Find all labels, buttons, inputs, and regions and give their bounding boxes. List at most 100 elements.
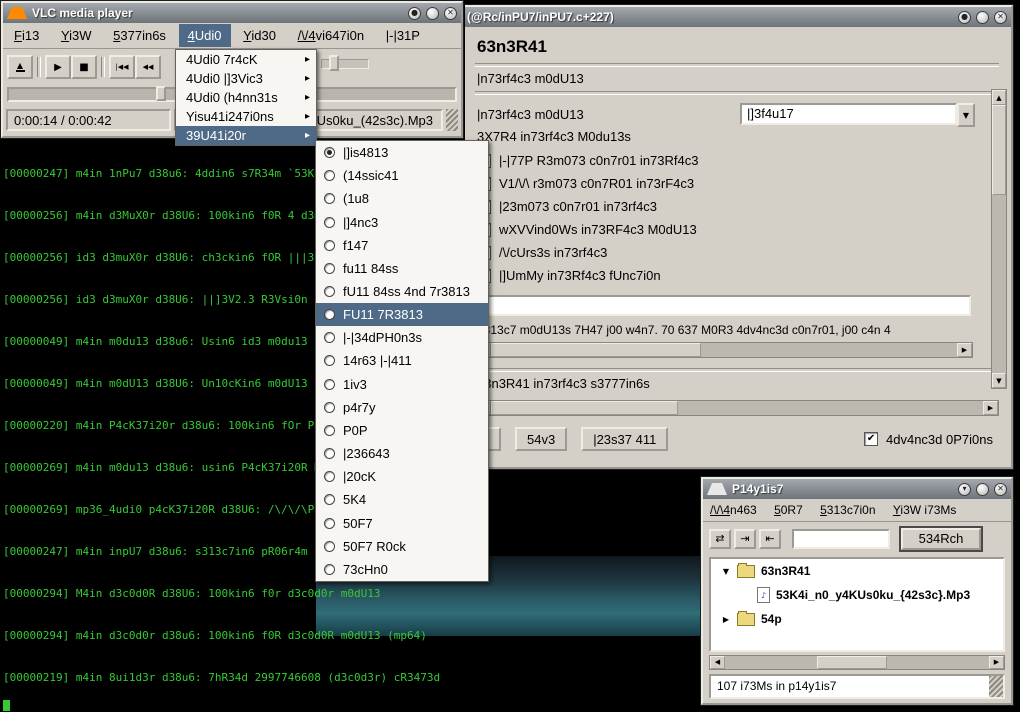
equalizer-option[interactable]: |20cK xyxy=(316,465,488,488)
menu-selection[interactable]: 5313c7i0n xyxy=(813,500,882,520)
equalizer-option[interactable]: |]4nc3 xyxy=(316,210,488,233)
shuffle-icon[interactable]: ⇄ xyxy=(709,529,731,549)
shade-icon[interactable] xyxy=(976,11,989,24)
scrollbar-thumb[interactable] xyxy=(817,656,887,669)
scrollbar-thumb[interactable] xyxy=(491,401,678,415)
equalizer-option[interactable]: 5K4 xyxy=(316,488,488,511)
rewind-button[interactable]: ◀◀ xyxy=(135,55,161,79)
menu-video[interactable]: Yid30 xyxy=(234,24,285,47)
scroll-left-icon[interactable]: ◀ xyxy=(710,656,725,669)
expander-closed-icon[interactable]: ▶ xyxy=(721,615,731,624)
advanced-options-toggle[interactable]: ✔ 4dv4nc3d 0P7i0ns xyxy=(864,432,999,447)
menu-view-items[interactable]: Yi3W i73Ms xyxy=(886,500,964,520)
collapse-icon[interactable]: ▾ xyxy=(958,483,971,496)
equalizer-option[interactable]: FU11 7R3813 xyxy=(316,303,488,326)
scroll-right-icon[interactable]: ▶ xyxy=(957,343,972,357)
scrollbar-trough[interactable] xyxy=(491,343,957,357)
volume-slider[interactable] xyxy=(321,59,369,69)
scroll-right-icon[interactable]: ▶ xyxy=(983,401,998,415)
vlc-titlebar[interactable]: VLC media player ● ✕ xyxy=(3,3,461,23)
equalizer-option[interactable]: f147 xyxy=(316,234,488,257)
wxwindows-checkbox-row[interactable]: wXVVind0Ws in73RF4c3 M0dU13 xyxy=(475,218,999,241)
equalizer-option-label: 50F7 xyxy=(343,516,373,531)
menu-sort[interactable]: 50R7 xyxy=(767,500,810,520)
close-icon[interactable]: ✕ xyxy=(444,7,457,20)
scrollbar-thumb[interactable] xyxy=(992,105,1006,195)
equalizer-option[interactable]: P0P xyxy=(316,419,488,442)
resize-grip[interactable] xyxy=(989,676,1003,697)
preferences-titlebar[interactable]: (@Rc/inPU7/inPU7.c+227) ● ✕ xyxy=(463,7,1011,27)
equalizer-option[interactable]: (14ssic41 xyxy=(316,164,488,187)
move-out-icon[interactable]: ⇤ xyxy=(759,529,781,549)
search-button[interactable]: 534Rch xyxy=(901,528,981,550)
vlc-cone-icon xyxy=(7,7,27,19)
horizontal-scrollbar[interactable]: ◀ ▶ xyxy=(709,655,1005,670)
horizontal-scrollbar[interactable]: ◀ ▶ xyxy=(475,400,999,416)
scroll-up-icon[interactable]: ▲ xyxy=(992,90,1006,105)
scrollbar-thumb[interactable] xyxy=(491,343,701,357)
equalizer-option[interactable]: fU11 84ss 4nd 7r3813 xyxy=(316,280,488,303)
ncurses-checkbox-row[interactable]: /\/cUrs3s in73rf4c3 xyxy=(475,241,999,264)
dummy-interface-checkbox-row[interactable]: |]UmMy in73Rf4c3 fUnc7i0n xyxy=(475,264,999,287)
equalizer-option[interactable]: |-|34dPH0n3s xyxy=(316,326,488,349)
tree-group-sap[interactable]: ▶ 54p xyxy=(711,607,1003,631)
vlm-remote-checkbox-row[interactable]: V1/\/\ r3m073 c0n7R01 in73rF4c3 xyxy=(475,172,999,195)
search-input[interactable] xyxy=(792,529,890,549)
seek-slider-thumb[interactable] xyxy=(156,86,166,101)
reset-all-button[interactable]: |23s37 411 xyxy=(581,427,668,451)
equalizer-option[interactable]: p4r7y xyxy=(316,396,488,419)
equalizer-option[interactable]: fu11 84ss xyxy=(316,257,488,280)
resize-grip[interactable] xyxy=(446,109,458,131)
remote-control-checkbox-row[interactable]: |23m073 c0n7r01 in73rf4c3 xyxy=(475,195,999,218)
vertical-scrollbar[interactable]: ▲ ▼ xyxy=(991,89,1007,389)
equalizer-option[interactable]: (1u8 xyxy=(316,187,488,210)
menu-help[interactable]: |-|31P xyxy=(377,24,429,47)
scrollbar-trough[interactable] xyxy=(491,401,983,415)
chevron-down-icon[interactable]: ▼ xyxy=(957,103,975,127)
play-button[interactable]: ▶ xyxy=(45,55,71,79)
volume-slider-thumb[interactable] xyxy=(329,55,339,71)
scrollbar-trough[interactable] xyxy=(992,105,1006,373)
module-options-input[interactable] xyxy=(477,295,971,316)
equalizer-menu-item[interactable]: 39U41i20r ▸ xyxy=(176,126,316,145)
audio-channels-menu-item[interactable]: 4Udi0 (h4nn31s ▸ xyxy=(176,88,316,107)
previous-button[interactable]: |◀◀ xyxy=(109,55,135,79)
equalizer-option[interactable]: |236643 xyxy=(316,442,488,465)
equalizer-option[interactable]: 1iv3 xyxy=(316,373,488,396)
equalizer-option[interactable]: 50F7 R0ck xyxy=(316,535,488,558)
menu-file[interactable]: Fi13 xyxy=(5,24,48,47)
eject-button[interactable]: ▲ xyxy=(7,55,33,79)
move-in-icon[interactable]: ⇥ xyxy=(734,529,756,549)
tree-track-item[interactable]: ♪ 53K4i_n0_y4KUs0ku_{42s3c}.Mp3 xyxy=(711,583,1003,607)
interface-module-select[interactable]: |]3f4u17 ▼ xyxy=(740,103,975,125)
checkbox-checked-icon[interactable]: ✔ xyxy=(864,432,878,446)
scroll-down-icon[interactable]: ▼ xyxy=(992,373,1006,388)
menu-manage[interactable]: /\/\4n463 xyxy=(703,500,764,520)
close-icon[interactable]: ✕ xyxy=(994,483,1007,496)
equalizer-option[interactable]: |]is4813 xyxy=(316,141,488,164)
shade-icon[interactable] xyxy=(426,7,439,20)
menu-navigation[interactable]: /\/4vi647i0n xyxy=(289,24,374,47)
equalizer-option[interactable]: 73cHn0 xyxy=(316,558,488,581)
visualizations-menu-item[interactable]: Yisu41i247i0ns ▸ xyxy=(176,107,316,126)
stop-button[interactable]: ■ xyxy=(71,55,97,79)
close-icon[interactable]: ✕ xyxy=(994,11,1007,24)
audio-device-menu-item[interactable]: 4Udi0 |]3Vic3 ▸ xyxy=(176,69,316,88)
tree-group-general[interactable]: ▼ 63n3R41 xyxy=(711,559,1003,583)
menu-audio[interactable]: 4Udi0 xyxy=(179,24,231,47)
scrollbar-trough[interactable] xyxy=(725,656,989,669)
shade-icon[interactable] xyxy=(976,483,989,496)
http-remote-checkbox-row[interactable]: |-|77P R3m073 c0n7r01 in73Rf4c3 xyxy=(475,149,999,172)
equalizer-option[interactable]: 14r63 |-|411 xyxy=(316,349,488,372)
equalizer-option[interactable]: 50F7 xyxy=(316,512,488,535)
minimize-icon[interactable]: ● xyxy=(958,11,971,24)
scroll-right-icon[interactable]: ▶ xyxy=(989,656,1004,669)
horizontal-scrollbar[interactable]: ◀ ▶ xyxy=(475,342,973,358)
audio-track-menu-item[interactable]: 4Udi0 7r4cK ▸ xyxy=(176,50,316,69)
expander-open-icon[interactable]: ▼ xyxy=(721,567,731,576)
menu-view[interactable]: Yi3W xyxy=(52,24,101,47)
minimize-icon[interactable]: ● xyxy=(408,7,421,20)
playlist-titlebar[interactable]: P14y1is7 ▾ ✕ xyxy=(703,479,1011,499)
save-button[interactable]: 54v3 xyxy=(515,427,567,451)
menu-settings[interactable]: 5377in6s xyxy=(104,24,175,47)
